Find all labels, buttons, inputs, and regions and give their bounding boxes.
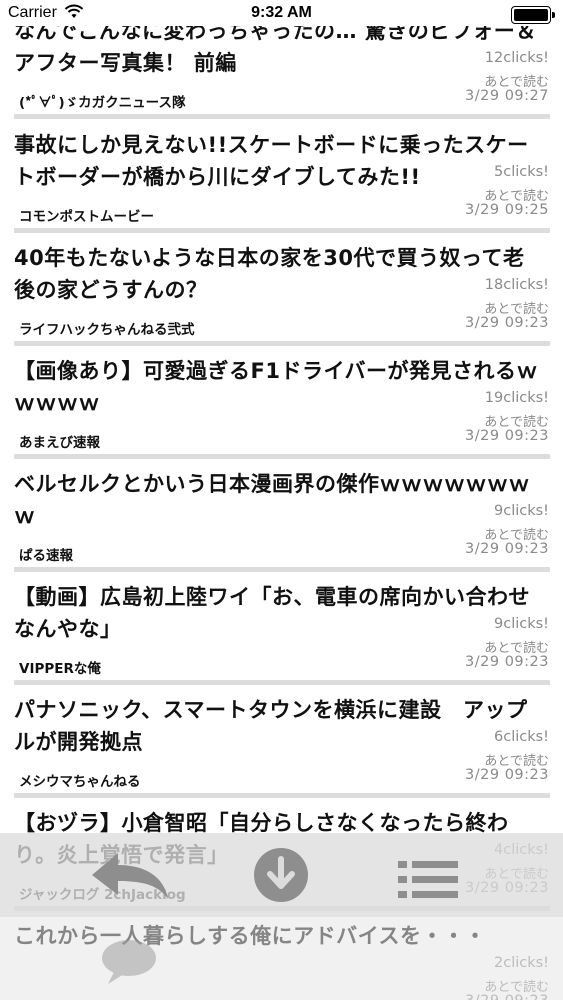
- article-source: コモンポストムービー: [19, 209, 154, 225]
- article-item[interactable]: パナソニック、スマートタウンを横浜に建設 アップルが開発拠点 6clicks! あと…: [0, 692, 563, 805]
- article-date: 3/29 09:25: [465, 202, 549, 218]
- article-title: 40年もたないような日本の家を30代で買う奴って老後の家どうすんの？: [14, 246, 525, 302]
- article-title: 【画像あり】可愛過ぎるF1ドライバーが発見されるｗｗｗｗｗ: [14, 359, 539, 415]
- article-date: 3/29 09:27: [465, 88, 549, 104]
- article-title: 【動画】広島初上陸ワイ「お、電車の席向かい合わせなんやな」: [14, 585, 530, 641]
- article-date: 3/29 09:23: [465, 541, 549, 557]
- download-circle-icon[interactable]: [253, 847, 309, 903]
- clock: 9:32 AM: [251, 4, 312, 21]
- article-source: VIPPERな俺: [19, 661, 101, 677]
- click-count: 18clicks!: [484, 277, 549, 293]
- status-bar: Carrier 9:32 AM: [0, 0, 563, 26]
- click-count: 6clicks!: [494, 729, 549, 745]
- item-separator: [14, 567, 550, 572]
- item-separator: [14, 454, 550, 459]
- battery-icon: [511, 6, 555, 24]
- article-item[interactable]: 事故にしか見えない!!スケートボードに乗ったスケートボーダーが橋から川にダイブし…: [0, 127, 563, 240]
- article-title: ベルセルクとかいう日本漫画界の傑作ｗｗｗｗｗｗｗｗ: [14, 472, 530, 528]
- item-separator: [14, 680, 550, 685]
- article-title: パナソニック、スマートタウンを横浜に建設 アップルが開発拠点: [14, 698, 528, 754]
- list-menu-icon[interactable]: [398, 859, 458, 899]
- item-separator: [14, 228, 550, 233]
- article-item[interactable]: ベルセルクとかいう日本漫画界の傑作ｗｗｗｗｗｗｗｗ 9clicks! あとで読む 3/…: [0, 466, 563, 579]
- speech-bubble-icon: [102, 940, 156, 984]
- item-separator: [14, 114, 550, 119]
- article-item[interactable]: 40年もたないような日本の家を30代で買う奴って老後の家どうすんの？ 18clic…: [0, 240, 563, 353]
- article-date: 3/29 09:23: [465, 654, 549, 670]
- article-item[interactable]: 【画像あり】可愛過ぎるF1ドライバーが発見されるｗｗｗｗｗ 19clicks! あと…: [0, 353, 563, 466]
- article-date: 3/29 09:23: [465, 315, 549, 331]
- article-date: 3/29 09:23: [465, 428, 549, 444]
- bottom-toolbar: [0, 833, 563, 917]
- click-count: 19clicks!: [484, 390, 549, 406]
- article-item[interactable]: 【動画】広島初上陸ワイ「お、電車の席向かい合わせなんやな」 9clicks! あとで…: [0, 579, 563, 692]
- article-item[interactable]: なんでこんなに変わっちゃったの… 驚きのビフォー＆アフター写真集！ 前編 12cl…: [0, 13, 563, 126]
- article-source: ライフハックちゃんねる弐式: [19, 322, 195, 338]
- article-date: 3/29 09:23: [465, 767, 549, 783]
- article-source: あまえび速報: [19, 435, 100, 451]
- article-source: メシウマちゃんねる: [19, 774, 141, 790]
- click-count: 9clicks!: [494, 616, 549, 632]
- back-arrow-icon[interactable]: [84, 847, 174, 905]
- click-count: 9clicks!: [494, 503, 549, 519]
- article-source: ぱる速報: [19, 548, 73, 564]
- item-separator: [14, 341, 550, 346]
- click-count: 12clicks!: [484, 50, 549, 66]
- bottom-banner: [0, 917, 563, 1000]
- item-separator: [14, 793, 550, 798]
- click-count: 5clicks!: [494, 164, 549, 180]
- article-title: 事故にしか見えない!!スケートボードに乗ったスケートボーダーが橋から川にダイブし…: [14, 133, 529, 189]
- article-source: (*ﾟ∀ﾟ)ゞカガクニュース隊: [19, 95, 186, 111]
